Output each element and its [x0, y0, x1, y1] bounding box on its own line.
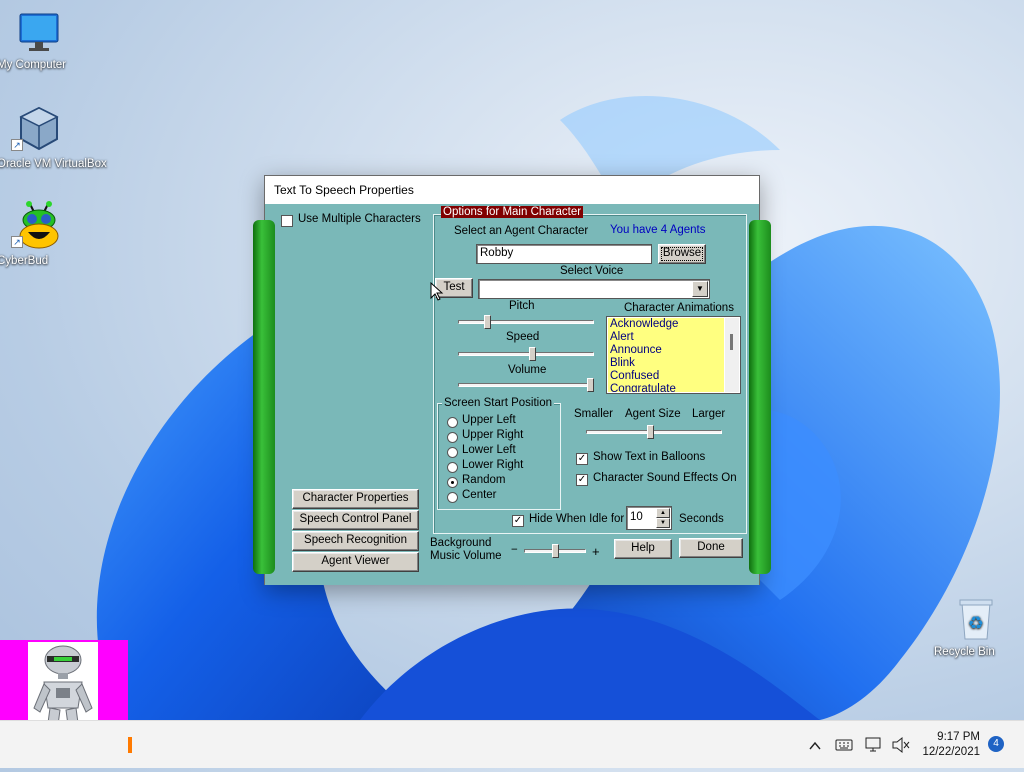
radio-label: Lower Right: [462, 459, 524, 471]
taskbar-app-indicator: [128, 737, 132, 753]
radio-label: Center: [462, 489, 497, 501]
speed-slider-track: [458, 352, 594, 356]
animation-item[interactable]: Congratulate: [608, 383, 724, 392]
radio-label: Random: [462, 474, 506, 486]
monitor-icon: [19, 13, 59, 51]
size-smaller-label: Smaller: [574, 408, 613, 420]
animation-item[interactable]: Confused: [608, 370, 724, 383]
animation-item[interactable]: Announce: [608, 344, 724, 357]
show-text-balloons-label: Show Text in Balloons: [593, 451, 706, 463]
desktop-icon-my-computer[interactable]: My Computer: [0, 12, 81, 71]
select-voice-label: Select Voice: [560, 265, 624, 277]
agents-count-text: You have 4 Agents: [610, 224, 706, 236]
agent-size-slider-thumb[interactable]: [647, 425, 654, 439]
desktop-icon-label: CyberBud: [0, 255, 49, 267]
radio-label: Upper Right: [462, 429, 524, 441]
volume-label: Volume: [508, 364, 547, 376]
pitch-label: Pitch: [509, 300, 535, 312]
recycle-bin-icon: ♻: [959, 599, 993, 640]
agent-character-field[interactable]: Robby: [476, 244, 652, 264]
sound-effects-checkbox[interactable]: ✓: [576, 474, 588, 486]
show-text-balloons-checkbox[interactable]: ✓: [576, 453, 588, 465]
agent-size-slider-track: [586, 430, 722, 434]
clock-time: 9:17 PM: [937, 731, 980, 743]
agent-size-label: Agent Size: [625, 408, 681, 420]
speech-recognition-button[interactable]: Speech Recognition: [292, 531, 419, 551]
music-volume-label-2: Music Volume: [430, 550, 502, 562]
dialog-client-area: Use Multiple Characters Options for Main…: [253, 204, 771, 585]
spinner-up-icon[interactable]: ▲: [656, 508, 670, 518]
notification-badge[interactable]: 4: [988, 736, 1004, 752]
desktop-icon-cyberbud[interactable]: ↗ CyberBud: [0, 200, 81, 267]
options-group-title: Options for Main Character: [441, 206, 584, 218]
use-multiple-characters-label: Use Multiple Characters: [298, 213, 421, 225]
idle-seconds-spinner[interactable]: 10 ▲ ▼: [626, 506, 672, 530]
music-volume-minus: −: [511, 544, 518, 556]
radio-center[interactable]: [447, 492, 458, 503]
animation-item[interactable]: Alert: [608, 331, 724, 344]
pitch-slider-thumb[interactable]: [484, 315, 491, 329]
pitch-slider-track: [458, 320, 594, 324]
green-frame-left: [253, 220, 275, 574]
radio-lower-right[interactable]: [447, 462, 458, 473]
tts-properties-dialog: Text To Speech Properties Use Multiple C…: [253, 175, 771, 585]
character-animations-label: Character Animations: [624, 302, 734, 314]
desktop-icon-virtualbox[interactable]: ↗ Oracle VM VirtualBox: [0, 105, 107, 170]
idle-seconds-unit: Seconds: [679, 513, 724, 525]
desktop-icon-label: My Computer: [0, 59, 67, 71]
dropdown-arrow-icon[interactable]: ▼: [692, 281, 708, 297]
character-properties-button[interactable]: Character Properties: [292, 489, 419, 509]
radio-lower-left[interactable]: [447, 447, 458, 458]
radio-label: Lower Left: [462, 444, 516, 456]
dialog-titlebar[interactable]: Text To Speech Properties: [265, 176, 759, 204]
taskbar: 9:17 PM 12/22/2021: [0, 720, 1024, 768]
speed-label: Speed: [506, 331, 540, 343]
music-volume-label-1: Background: [430, 537, 492, 549]
help-button[interactable]: Help: [614, 539, 672, 559]
hide-when-idle-label: Hide When Idle for: [529, 513, 625, 525]
virtualbox-cube-icon: [19, 106, 59, 151]
radio-upper-right[interactable]: [447, 432, 458, 443]
chevron-up-icon[interactable]: [806, 721, 824, 769]
volume-slider-thumb[interactable]: [587, 378, 594, 392]
radio-label: Upper Left: [462, 414, 516, 426]
animations-scrollbar[interactable]: [725, 318, 739, 392]
size-larger-label: Larger: [692, 408, 726, 420]
speed-slider-thumb[interactable]: [529, 347, 536, 361]
clock-date: 12/22/2021: [922, 746, 980, 758]
spinner-down-icon[interactable]: ▼: [656, 518, 670, 528]
animation-item[interactable]: Blink: [608, 357, 724, 370]
animation-item[interactable]: Acknowledge: [608, 318, 724, 331]
hide-when-idle-checkbox[interactable]: ✓: [512, 515, 524, 527]
shortcut-arrow-icon: ↗: [11, 139, 23, 151]
keyboard-icon[interactable]: [834, 721, 854, 769]
use-multiple-characters-checkbox[interactable]: [281, 215, 293, 227]
desktop-icon-recycle-bin[interactable]: ♻ Recycle Bin: [934, 597, 1018, 658]
desktop-icon-label: Oracle VM VirtualBox: [0, 158, 107, 170]
speech-control-panel-button[interactable]: Speech Control Panel: [292, 510, 419, 530]
browse-button[interactable]: Browse: [658, 244, 706, 264]
select-agent-label: Select an Agent Character: [454, 225, 589, 237]
mouse-cursor-icon: [430, 282, 444, 301]
svg-text:♻: ♻: [968, 613, 984, 634]
music-volume-slider-thumb[interactable]: [552, 544, 559, 558]
character-animations-list[interactable]: Acknowledge Alert Announce Blink Confuse…: [606, 316, 741, 394]
agent-viewer-button[interactable]: Agent Viewer: [292, 552, 419, 572]
speaker-muted-icon[interactable]: [890, 721, 910, 769]
idle-seconds-value: 10: [630, 511, 643, 523]
volume-slider-track: [458, 383, 594, 387]
shortcut-arrow-icon: ↗: [11, 236, 23, 248]
green-frame-right: [749, 220, 771, 574]
sound-effects-label: Character Sound Effects On: [593, 472, 737, 484]
dialog-title: Text To Speech Properties: [274, 183, 414, 197]
voice-select[interactable]: ▼: [478, 279, 710, 299]
music-volume-plus: +: [592, 544, 600, 559]
network-monitor-icon[interactable]: [864, 721, 884, 769]
radio-upper-left[interactable]: [447, 417, 458, 428]
done-button[interactable]: Done: [679, 538, 743, 558]
radio-random[interactable]: [447, 477, 458, 488]
screen-start-title: Screen Start Position: [442, 397, 555, 409]
desktop-icon-label: Recycle Bin: [934, 646, 995, 658]
taskbar-clock[interactable]: 9:17 PM 12/22/2021: [922, 730, 980, 760]
